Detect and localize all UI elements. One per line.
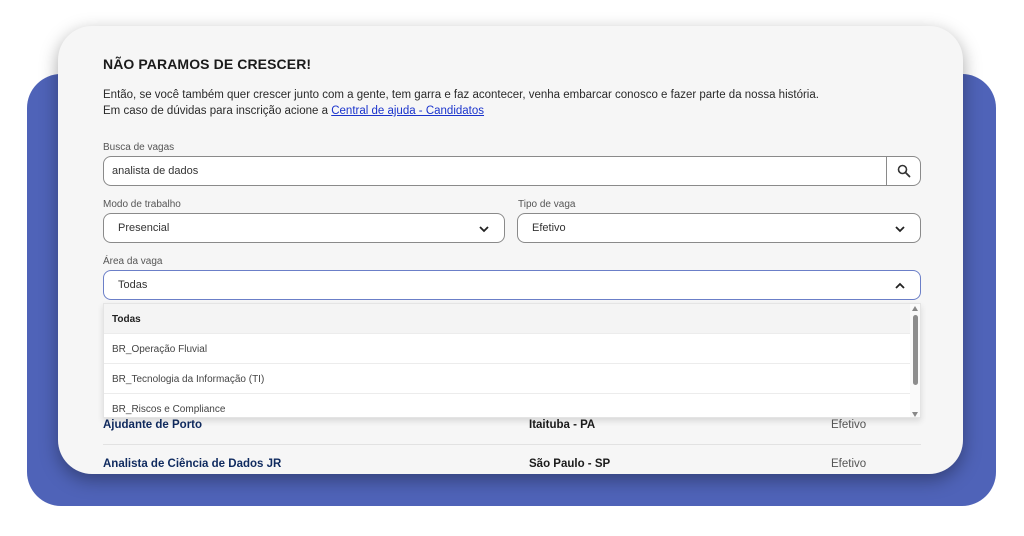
- careers-card: NÃO PARAMOS DE CRESCER! Então, se você t…: [58, 26, 963, 474]
- work-mode-value: Presencial: [118, 222, 170, 234]
- intro-line-2: Em caso de dúvidas para inscrição acione…: [103, 103, 923, 119]
- chevron-up-icon: [895, 282, 905, 289]
- job-type: Efetivo: [831, 419, 867, 431]
- area-option-todas[interactable]: Todas: [104, 304, 912, 334]
- option-label: BR_Operação Fluvial: [112, 344, 208, 355]
- help-center-link[interactable]: Central de ajuda - Candidatos: [331, 105, 484, 117]
- scrollbar-thumb[interactable]: [913, 315, 918, 385]
- option-label: Todas: [112, 314, 141, 325]
- search-input-value: analista de dados: [112, 165, 199, 177]
- area-dropdown-list[interactable]: Todas BR_Operação Fluvial BR_Tecnologia …: [103, 303, 921, 418]
- search-button[interactable]: [886, 157, 920, 185]
- area-option-ti[interactable]: BR_Tecnologia da Informação (TI): [104, 364, 912, 394]
- intro-line-2-prefix: Em caso de dúvidas para inscrição acione…: [103, 105, 332, 117]
- job-title[interactable]: Analista de Ciência de Dados JR: [103, 458, 281, 470]
- option-label: BR_Tecnologia da Informação (TI): [112, 374, 265, 385]
- chevron-down-icon: [479, 226, 489, 233]
- option-label: BR_Riscos e Compliance: [112, 404, 226, 415]
- job-type-select[interactable]: Efetivo: [517, 213, 921, 243]
- search-icon: [897, 164, 911, 178]
- scroll-down-icon[interactable]: [912, 412, 918, 417]
- area-label: Área da vaga: [103, 256, 163, 267]
- job-type-value: Efetivo: [532, 222, 566, 234]
- intro-line-1: Então, se você também quer crescer junto…: [103, 89, 819, 101]
- work-mode-select[interactable]: Presencial: [103, 213, 505, 243]
- search-input[interactable]: analista de dados: [103, 156, 921, 186]
- work-mode-label: Modo de trabalho: [103, 199, 181, 210]
- area-value: Todas: [118, 279, 148, 291]
- intro-text: Então, se você também quer crescer junto…: [103, 87, 923, 119]
- job-type-label: Tipo de vaga: [518, 199, 576, 210]
- area-select[interactable]: Todas: [103, 270, 921, 300]
- row-divider: [103, 444, 921, 445]
- job-location: Itaituba - PA: [529, 419, 596, 431]
- chevron-down-icon: [895, 226, 905, 233]
- dropdown-scrollbar[interactable]: [910, 304, 920, 417]
- job-title[interactable]: Ajudante de Porto: [103, 419, 202, 431]
- area-option-operacao-fluvial[interactable]: BR_Operação Fluvial: [104, 334, 912, 364]
- scroll-up-icon[interactable]: [912, 306, 918, 311]
- area-option-riscos-compliance[interactable]: BR_Riscos e Compliance: [104, 394, 912, 417]
- job-location: São Paulo - SP: [529, 458, 611, 470]
- job-type: Efetivo: [831, 458, 867, 470]
- search-label: Busca de vagas: [103, 142, 175, 153]
- job-row[interactable]: Analista de Ciência de Dados JR São Paul…: [103, 458, 921, 474]
- page-title: NÃO PARAMOS DE CRESCER!: [103, 56, 312, 72]
- job-row[interactable]: Ajudante de Porto Itaituba - PA Efetivo: [103, 419, 921, 457]
